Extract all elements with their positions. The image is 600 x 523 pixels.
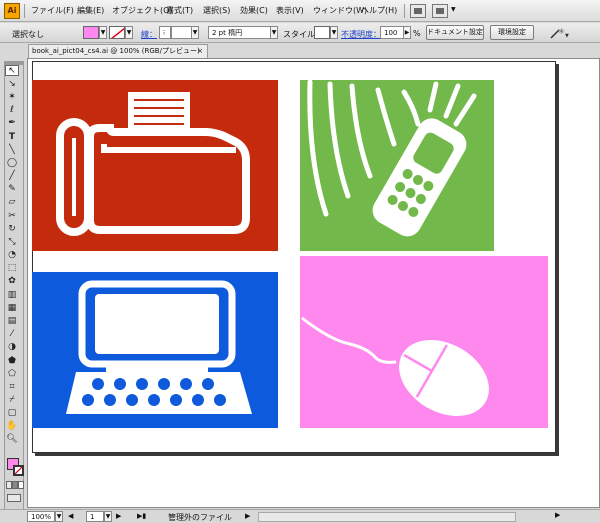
- mobile-phone-tile[interactable]: [300, 79, 494, 251]
- mesh-tool-icon[interactable]: ▦: [5, 303, 19, 314]
- color-mode-icons[interactable]: [6, 481, 24, 489]
- status-bar: 100% ▼ ◀ 1 ▼ ▶ ▶▮ 管理外のファイル ▶ ▶: [0, 509, 600, 523]
- live-paint-selection-tool-icon[interactable]: ⬠: [5, 369, 19, 380]
- graph-tool-icon[interactable]: ▥: [5, 290, 19, 301]
- scissors-tool-icon[interactable]: ✂: [5, 211, 19, 222]
- tools-panel: [4, 61, 24, 516]
- gradient-tool-icon[interactable]: ▤: [5, 316, 19, 327]
- free-transform-tool-icon[interactable]: ⬚: [5, 263, 19, 274]
- paintbrush-tool-icon[interactable]: ╱: [5, 171, 19, 182]
- last-page-icon[interactable]: ▶▮: [137, 512, 146, 520]
- pencil-tool-icon[interactable]: ✎: [5, 184, 19, 195]
- page-field[interactable]: 1: [86, 511, 104, 522]
- artwork: [32, 79, 548, 431]
- eyedropper-tool-icon[interactable]: ⁄: [5, 329, 19, 340]
- lasso-tool-icon[interactable]: ℓ: [5, 105, 19, 116]
- line-tool-icon[interactable]: ╲: [5, 145, 19, 156]
- warp-tool-icon[interactable]: ◔: [5, 250, 19, 261]
- scroll-right-icon[interactable]: ▶: [555, 511, 560, 519]
- previous-page-icon[interactable]: ◀: [68, 512, 73, 520]
- magic-wand-tool-icon[interactable]: ✶: [5, 92, 19, 103]
- live-paint-tool-icon[interactable]: ⬟: [5, 356, 19, 367]
- page-dropdown[interactable]: ▼: [104, 511, 112, 522]
- artboard-tool-icon[interactable]: ▢: [5, 408, 19, 419]
- symbol-sprayer-tool-icon[interactable]: ✿: [5, 276, 19, 287]
- type-tool-icon[interactable]: T: [5, 132, 19, 143]
- selection-tool-icon[interactable]: ↖: [5, 65, 19, 76]
- page-value: 1: [90, 513, 95, 521]
- zoom-value: 100%: [31, 513, 52, 521]
- fax-tile[interactable]: [32, 80, 278, 251]
- hand-tool-icon[interactable]: ✋: [5, 421, 19, 432]
- status-menu-icon[interactable]: ▶: [245, 512, 250, 520]
- zoom-dropdown[interactable]: ▼: [55, 511, 63, 522]
- direct-selection-tool-icon[interactable]: ↘: [5, 79, 19, 90]
- pen-tool-icon[interactable]: ✒: [5, 118, 19, 129]
- blend-tool-icon[interactable]: ◑: [5, 342, 19, 353]
- file-status-text: 管理外のファイル: [168, 513, 232, 522]
- next-page-icon[interactable]: ▶: [116, 512, 121, 520]
- zoom-field[interactable]: 100%: [27, 511, 55, 522]
- zoom-tool-icon[interactable]: 🔍︎: [5, 434, 19, 445]
- slice-tool-icon[interactable]: ⌿: [5, 395, 19, 406]
- crop-area-tool-icon[interactable]: ⌗: [5, 382, 19, 393]
- horizontal-scrollbar[interactable]: [258, 512, 516, 522]
- rotate-tool-icon[interactable]: ↻: [5, 224, 19, 235]
- scale-tool-icon[interactable]: ⤡: [5, 237, 19, 248]
- mouse-tile[interactable]: [300, 256, 548, 431]
- screen-mode-icon[interactable]: [7, 494, 21, 502]
- eraser-tool-icon[interactable]: ▱: [5, 197, 19, 208]
- laptop-tile[interactable]: [32, 272, 278, 428]
- stroke-color-icon[interactable]: [13, 465, 24, 476]
- ellipse-tool-icon[interactable]: ◯: [5, 158, 19, 169]
